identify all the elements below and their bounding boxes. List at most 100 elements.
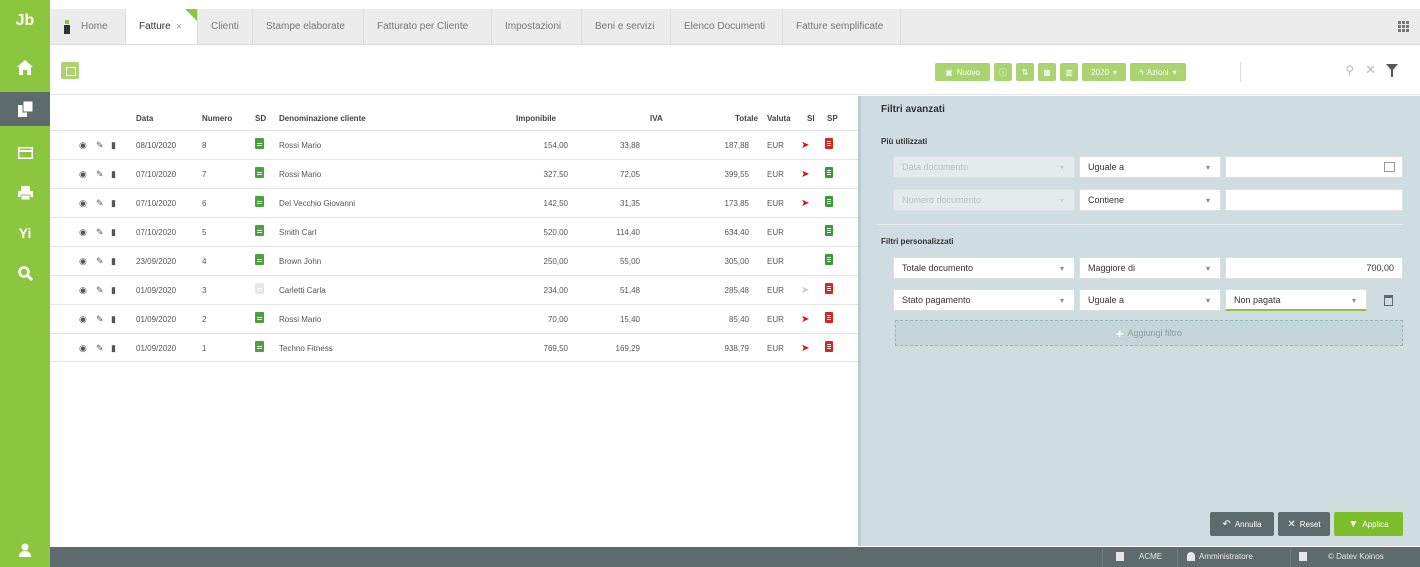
payment-status-icon[interactable] bbox=[825, 254, 833, 265]
table-row[interactable]: ◉ ✎ ▮ 07/10/2020 6 Del Vecchio Giovanni 142,50… bbox=[50, 188, 858, 217]
send-icon[interactable]: ➤ bbox=[801, 343, 809, 354]
add-filter-button[interactable]: + Aggiungi filtro bbox=[895, 320, 1403, 346]
edit-icon[interactable]: ✎ bbox=[96, 169, 104, 180]
columns-button[interactable]: ▥ bbox=[1060, 63, 1078, 81]
delete-icon[interactable]: ▮ bbox=[111, 314, 116, 325]
new-button[interactable]: ▣ Nuovo bbox=[935, 63, 990, 81]
column-header-imponibile[interactable]: Imponibile bbox=[516, 114, 556, 123]
table-row[interactable]: ◉ ✎ ▮ 01/09/2020 1 Techno Fitness 769,50 169,29… bbox=[50, 333, 858, 362]
search-icon[interactable]: ⚲ bbox=[1345, 63, 1354, 77]
calendar-icon[interactable] bbox=[1384, 162, 1395, 172]
view-icon[interactable]: ◉ bbox=[79, 198, 87, 209]
table-row[interactable]: ◉ ✎ ▮ 23/09/2020 4 Brown John 250,00 55,00 305,0… bbox=[50, 246, 858, 275]
edit-icon[interactable]: ✎ bbox=[96, 227, 104, 238]
table-row[interactable]: ◉ ✎ ▮ 08/10/2020 8 Rossi Mario 154,00 33,88 187,… bbox=[50, 130, 858, 159]
document-icon[interactable] bbox=[255, 138, 264, 149]
tab-fatture-semplificate[interactable]: Fatture semplificate bbox=[783, 9, 901, 44]
cancel-button[interactable]: ↶ Annulla bbox=[1210, 512, 1274, 536]
payment-status-icon[interactable] bbox=[825, 283, 833, 294]
delete-icon[interactable]: ▮ bbox=[111, 140, 116, 151]
printer-icon[interactable] bbox=[0, 176, 50, 210]
send-icon[interactable]: ➤ bbox=[801, 198, 809, 209]
search-icon[interactable] bbox=[0, 256, 50, 290]
column-header-cliente[interactable]: Denominazione cliente bbox=[279, 114, 366, 123]
table-row[interactable]: ◉ ✎ ▮ 01/09/2020 2 Rossi Mario 70,00 15,40 85,40… bbox=[50, 304, 858, 333]
view-icon[interactable]: ◉ bbox=[79, 314, 87, 325]
tab-beni-e-servizi[interactable]: Beni e servizi bbox=[582, 9, 671, 44]
documents-icon[interactable] bbox=[0, 92, 50, 126]
view-icon[interactable]: ◉ bbox=[79, 256, 87, 267]
column-header-sd[interactable]: SD bbox=[255, 114, 266, 123]
column-header-data[interactable]: Data bbox=[136, 114, 153, 123]
tab-home[interactable]: Home bbox=[50, 9, 126, 44]
filter-operator-select[interactable]: Contiene ▾ bbox=[1079, 189, 1221, 211]
tab-impostazioni[interactable]: Impostazioni bbox=[492, 9, 582, 44]
document-icon[interactable] bbox=[255, 341, 264, 352]
view-icon[interactable]: ◉ bbox=[79, 169, 87, 180]
edit-icon[interactable]: ✎ bbox=[96, 343, 104, 354]
table-row[interactable]: ◉ ✎ ▮ 07/10/2020 5 Smith Carl 520,00 114,40 634,… bbox=[50, 217, 858, 246]
edit-icon[interactable]: ✎ bbox=[96, 198, 104, 209]
refresh-button[interactable]: ⇅ bbox=[1016, 63, 1034, 81]
document-icon[interactable] bbox=[255, 312, 264, 323]
sidebar-toggle-button[interactable] bbox=[61, 62, 79, 79]
table-icon[interactable] bbox=[0, 136, 50, 170]
delete-icon[interactable]: ▮ bbox=[111, 198, 116, 209]
tab-clienti[interactable]: Clienti bbox=[198, 9, 253, 44]
payment-status-icon[interactable] bbox=[825, 341, 833, 352]
delete-icon[interactable]: ▮ bbox=[111, 256, 116, 267]
view-icon[interactable]: ◉ bbox=[79, 285, 87, 296]
date-value-input[interactable] bbox=[1225, 156, 1403, 178]
total-value-input[interactable]: 700,00 bbox=[1225, 257, 1403, 279]
close-icon[interactable]: ✕ bbox=[1365, 62, 1376, 78]
table-row[interactable]: ◉ ✎ ▮ 01/09/2020 3 Carletti Carla 234,00 51,48 2… bbox=[50, 275, 858, 304]
close-icon[interactable]: × bbox=[176, 21, 182, 33]
send-icon[interactable]: ➤ bbox=[801, 140, 809, 151]
payment-status-icon[interactable] bbox=[825, 138, 833, 149]
column-header-totale[interactable]: Totale bbox=[735, 114, 758, 123]
filter-field-select[interactable]: Data documento ▾ bbox=[893, 156, 1075, 178]
payment-status-select[interactable]: Non pagata ▾ bbox=[1225, 289, 1367, 311]
document-icon[interactable] bbox=[255, 254, 264, 265]
filter-field-select[interactable]: Totale documento ▾ bbox=[893, 257, 1075, 279]
column-header-iva[interactable]: IVA bbox=[650, 114, 663, 123]
filter-icon[interactable] bbox=[1386, 64, 1398, 77]
actions-button[interactable]: ϟ Azioni ▾ bbox=[1130, 63, 1186, 81]
document-icon[interactable] bbox=[255, 196, 264, 207]
tab-stampe-elaborate[interactable]: Stampe elaborate bbox=[253, 9, 364, 44]
tab-elenco-documenti[interactable]: Elenco Documenti bbox=[671, 9, 783, 44]
delete-icon[interactable]: ▮ bbox=[111, 285, 116, 296]
user-icon[interactable] bbox=[0, 533, 50, 567]
delete-icon[interactable]: ▮ bbox=[111, 227, 116, 238]
send-icon[interactable]: ➤ bbox=[801, 285, 809, 296]
home-icon[interactable] bbox=[0, 50, 50, 84]
reset-button[interactable]: ✕ Reset bbox=[1278, 512, 1330, 536]
number-value-input[interactable] bbox=[1225, 189, 1403, 211]
edit-icon[interactable]: ✎ bbox=[96, 314, 104, 325]
filter-field-select[interactable]: Stato pagamento ▾ bbox=[893, 289, 1075, 311]
info-button[interactable]: ⓘ bbox=[994, 63, 1012, 81]
apps-grid-icon[interactable] bbox=[1398, 21, 1410, 32]
column-header-valuta[interactable]: Valuta bbox=[767, 114, 791, 123]
edit-icon[interactable]: ✎ bbox=[96, 140, 104, 151]
payment-status-icon[interactable] bbox=[825, 167, 833, 178]
company-name[interactable]: ACME bbox=[1139, 552, 1162, 561]
apply-button[interactable]: ▼ Applica bbox=[1334, 512, 1403, 536]
tab-fatturato-per-cliente[interactable]: Fatturato per Cliente bbox=[364, 9, 492, 44]
view-icon[interactable]: ◉ bbox=[79, 140, 87, 151]
logo-icon[interactable]: Jb bbox=[0, 4, 50, 38]
filter-field-select[interactable]: Numero documento ▾ bbox=[893, 189, 1075, 211]
edit-icon[interactable]: ✎ bbox=[96, 285, 104, 296]
document-icon[interactable] bbox=[255, 225, 264, 236]
payment-status-icon[interactable] bbox=[825, 196, 833, 207]
tools-icon[interactable]: Yi bbox=[0, 216, 50, 250]
filter-operator-select[interactable]: Uguale a ▾ bbox=[1079, 156, 1221, 178]
grid-view-button[interactable]: ▦ bbox=[1038, 63, 1056, 81]
column-header-sp[interactable]: SP bbox=[827, 114, 838, 123]
send-icon[interactable]: ➤ bbox=[801, 169, 809, 180]
delete-icon[interactable]: ▮ bbox=[111, 343, 116, 354]
filter-operator-select[interactable]: Uguale a ▾ bbox=[1079, 289, 1221, 311]
payment-status-icon[interactable] bbox=[825, 225, 833, 236]
column-header-si[interactable]: SI bbox=[807, 114, 815, 123]
document-icon[interactable] bbox=[255, 283, 264, 294]
